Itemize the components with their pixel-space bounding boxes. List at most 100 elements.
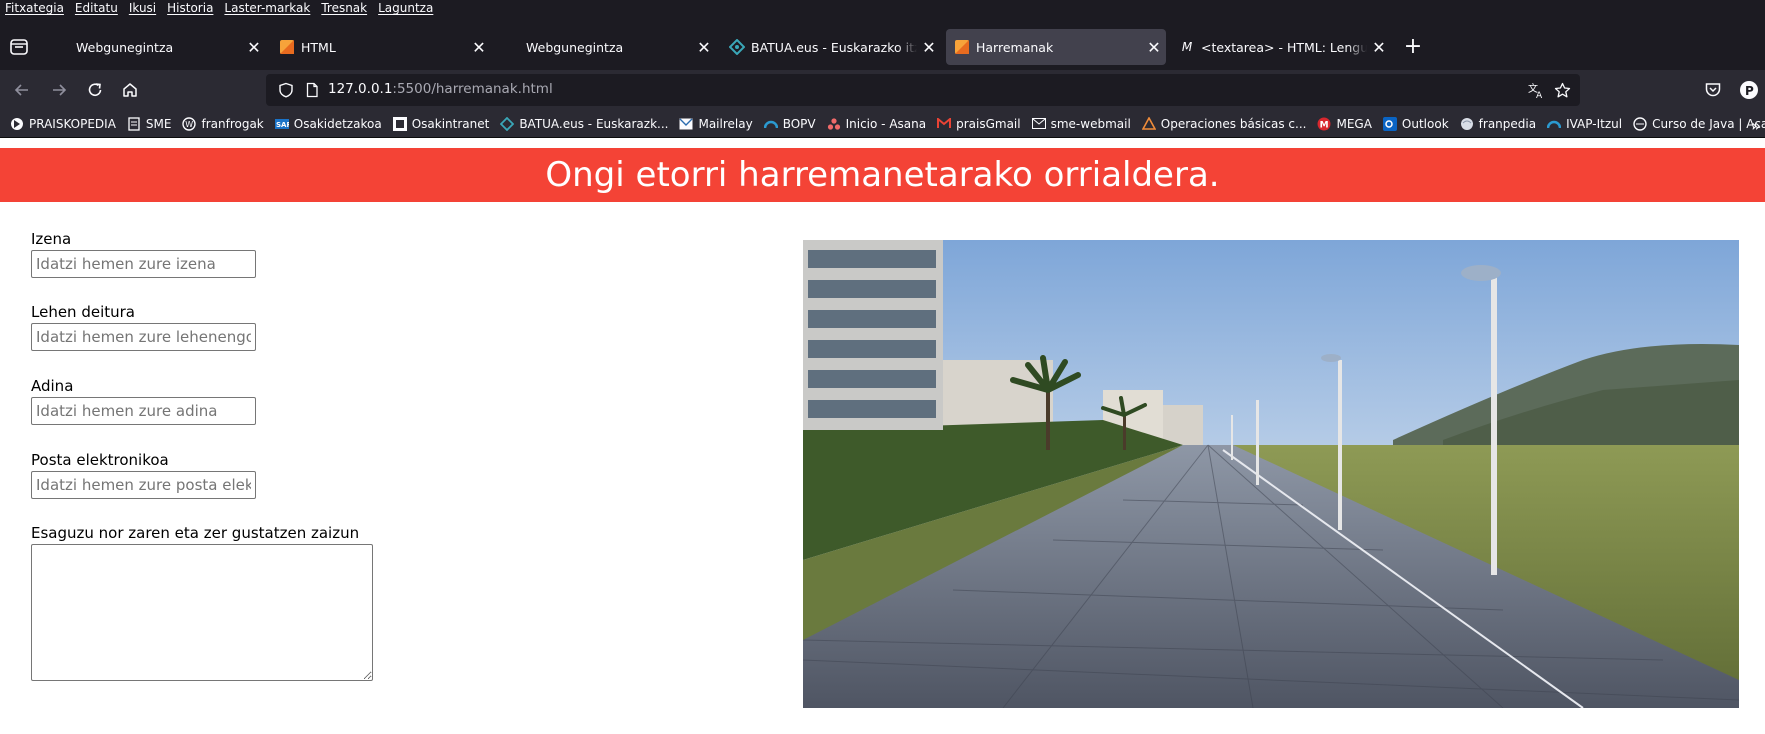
deitura-input[interactable]: [31, 323, 256, 351]
tab-title: Harremanak: [976, 39, 1054, 55]
reload-icon: [88, 83, 102, 96]
menu-tresnak[interactable]: Tresnak: [321, 1, 367, 15]
tab-html[interactable]: HTML ✕: [271, 29, 491, 65]
ivap-icon: [1547, 117, 1562, 131]
menu-ikusi[interactable]: Ikusi: [129, 1, 156, 15]
svg-text:W: W: [186, 120, 194, 129]
field-iruzkina: Esaguzu nor zaren eta zer gustatzen zaiz…: [31, 524, 373, 685]
bookmark-outlook[interactable]: Outlook: [1382, 116, 1449, 131]
close-tab-icon[interactable]: ✕: [692, 38, 716, 57]
tab-title: HTML: [301, 39, 336, 55]
menubar: Fitxategia Editatu Ikusi Historia Laster…: [0, 0, 1765, 16]
back-arrow-icon: [14, 84, 28, 96]
blank-favicon-icon: [54, 39, 70, 55]
page-heading: Ongi etorri harremanetarako orrialdera.: [0, 148, 1765, 202]
menu-historia[interactable]: Historia: [167, 1, 213, 15]
tab-harremanak[interactable]: Harremanak ✕: [946, 29, 1166, 65]
close-tab-icon[interactable]: ✕: [467, 38, 491, 57]
svg-text:M: M: [1320, 120, 1329, 130]
bookmark-star-icon[interactable]: [1554, 82, 1571, 99]
bookmark-osakintranet[interactable]: Osakintranet: [392, 116, 489, 131]
field-adina: Adina: [31, 377, 256, 425]
menu-editatu[interactable]: Editatu: [75, 1, 118, 15]
account-button[interactable]: P: [1737, 78, 1761, 102]
tab-title: BATUA.eus - Euskarazko itzultzailea: [751, 39, 917, 55]
home-button[interactable]: [118, 78, 142, 102]
svg-text:A: A: [1536, 91, 1543, 99]
shield-icon[interactable]: [278, 82, 294, 98]
forward-button[interactable]: [47, 78, 71, 102]
sme-icon: [127, 116, 141, 131]
bookmark-franfrogak[interactable]: Wfranfrogak: [182, 117, 264, 131]
url-text[interactable]: 127.0.0.1:5500/harremanak.html: [328, 81, 553, 97]
field-posta: Posta elektronikoa: [31, 451, 256, 499]
asana-icon: [827, 117, 841, 131]
osakintranet-icon: [392, 116, 407, 131]
iruzkina-textarea[interactable]: [31, 544, 373, 681]
bookmark-franpedia[interactable]: franpedia: [1460, 117, 1536, 131]
bookmarks-overflow-chevron-icon[interactable]: »: [1751, 116, 1761, 135]
tab-title: <textarea> - HTML: Lenguaje de: [1201, 39, 1367, 55]
tab-list-button[interactable]: [8, 36, 30, 58]
blank-favicon-icon: [504, 39, 520, 55]
globe-icon: [1460, 117, 1474, 131]
promenade-photo: [803, 240, 1739, 708]
bookmark-operaciones[interactable]: Operaciones básicas c...: [1141, 117, 1306, 131]
deitura-label: Lehen deitura: [31, 303, 135, 321]
orange-square-icon: [954, 39, 970, 55]
bookmark-ivap-itzul[interactable]: IVAP-Itzul: [1547, 117, 1622, 131]
close-tab-icon[interactable]: ✕: [1142, 38, 1166, 57]
field-deitura: Lehen deitura: [31, 303, 256, 351]
home-icon: [123, 83, 137, 97]
izena-input[interactable]: [31, 250, 256, 278]
bookmark-osakidetzakoa[interactable]: SAPOsakidetzakoa: [274, 117, 382, 131]
java-icon: [1633, 116, 1647, 131]
page-content: Ongi etorri harremanetarako orrialdera. …: [0, 138, 1765, 734]
close-tab-icon[interactable]: ✕: [242, 38, 266, 57]
tab-webgunegintza-2[interactable]: Webgunegintza ✕: [496, 29, 716, 65]
close-tab-icon[interactable]: ✕: [1367, 38, 1391, 57]
orange-square-icon: [279, 39, 295, 55]
bookmark-praisgmail[interactable]: praisGmail: [937, 117, 1021, 131]
close-tab-icon[interactable]: ✕: [917, 38, 941, 57]
tab-batua[interactable]: BATUA.eus - Euskarazko itzultzailea ✕: [721, 29, 941, 65]
tab-webgunegintza-1[interactable]: Webgunegintza ✕: [46, 29, 266, 65]
navigation-bar: 127.0.0.1:5500/harremanak.html 文A P: [0, 70, 1765, 110]
bookmark-bopv[interactable]: BOPV: [763, 117, 816, 131]
bopv-icon: [763, 117, 778, 131]
gmail-icon: [937, 117, 952, 131]
bookmark-praiskopedia[interactable]: PRAISKOPEDIA: [10, 117, 116, 131]
bookmark-asana[interactable]: Inicio - Asana: [827, 117, 926, 131]
menu-laster-markak[interactable]: Laster-markak: [224, 1, 310, 15]
tab-textarea-mdn[interactable]: M <textarea> - HTML: Lenguaje de ✕: [1171, 29, 1391, 65]
translate-icon[interactable]: 文A: [1528, 82, 1545, 99]
bookmark-batua[interactable]: BATUA.eus - Euskarazk...: [500, 116, 668, 131]
back-button[interactable]: [10, 78, 34, 102]
pocket-icon: [1705, 83, 1721, 97]
pocket-button[interactable]: [1701, 78, 1725, 102]
menu-fitxategia[interactable]: Fitxategia: [5, 1, 64, 15]
bookmark-sme-webmail[interactable]: sme-webmail: [1031, 117, 1131, 131]
bookmark-mailrelay[interactable]: Mailrelay: [679, 117, 753, 131]
forward-arrow-icon: [53, 84, 67, 96]
menu-laguntza[interactable]: Laguntza: [378, 1, 433, 15]
field-izena: Izena: [31, 230, 256, 278]
plus-icon: +: [1403, 34, 1423, 59]
page-icon[interactable]: [304, 82, 320, 98]
bookmark-curso-java[interactable]: Curso de Java | Acade...: [1633, 117, 1765, 131]
bookmark-mega[interactable]: M MEGA: [1317, 117, 1372, 131]
url-bar[interactable]: 127.0.0.1:5500/harremanak.html 文A: [266, 74, 1580, 106]
envelope-icon: [1031, 117, 1046, 131]
tab-title: Webgunegintza: [76, 39, 174, 55]
sap-icon: SAP: [274, 117, 289, 131]
reload-button[interactable]: [83, 78, 107, 102]
bookmarks-toolbar: PRAISKOPEDIA SME Wfranfrogak SAPOsakidet…: [0, 110, 1765, 138]
new-tab-button[interactable]: +: [1401, 36, 1425, 60]
batua-icon: [500, 116, 515, 131]
svg-text:SAP: SAP: [276, 121, 289, 129]
posta-input[interactable]: [31, 471, 256, 499]
mail-icon: [679, 117, 693, 131]
bookmark-sme[interactable]: SME: [127, 116, 171, 131]
adina-input[interactable]: [31, 397, 256, 425]
posta-label: Posta elektronikoa: [31, 451, 169, 469]
